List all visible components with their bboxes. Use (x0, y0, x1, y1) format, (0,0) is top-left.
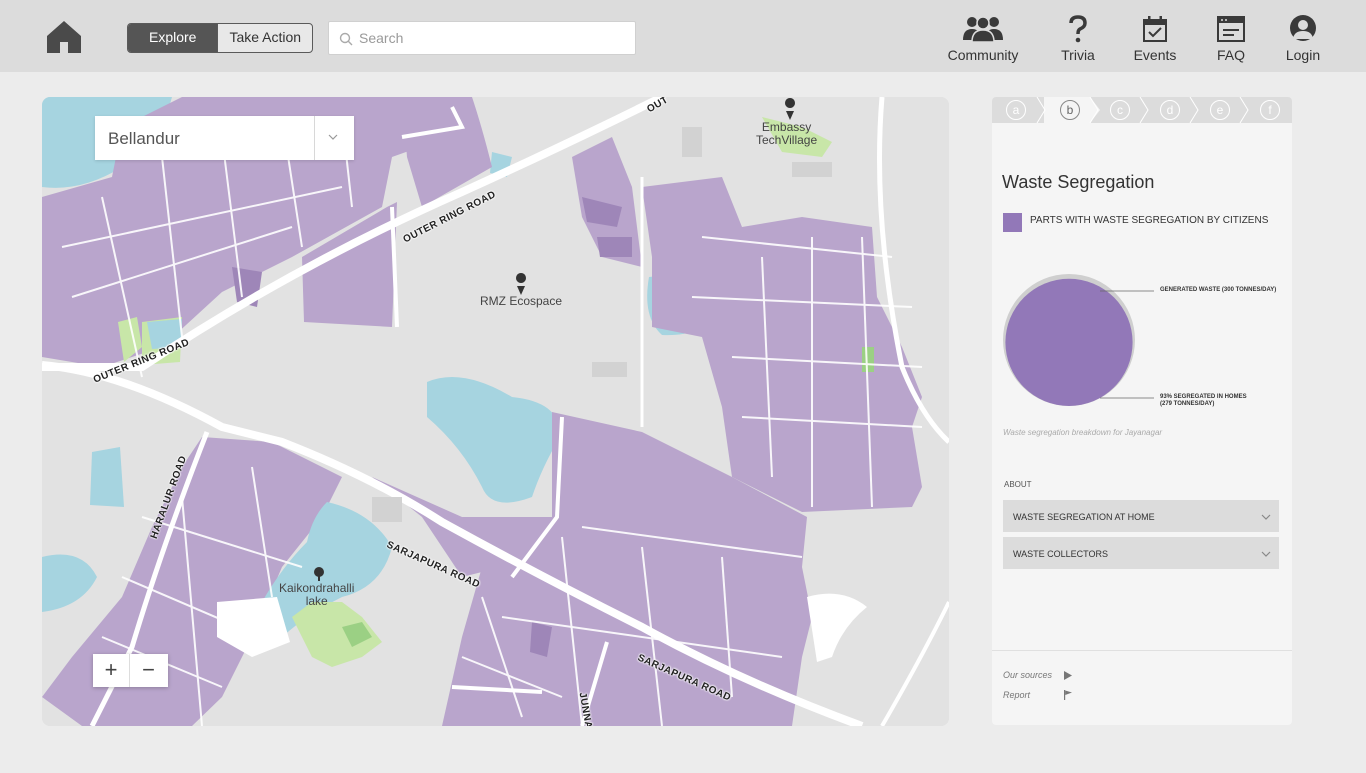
faq-window-icon (1212, 14, 1250, 44)
user-icon (1282, 14, 1324, 44)
nav-community-label: Community (947, 47, 1019, 63)
segregated-waste-label: 93% SEGREGATED IN HOMES (279 TONNES/DAY) (1160, 394, 1247, 408)
explore-tab[interactable]: Explore (128, 24, 218, 52)
our-sources-label: Our sources (1003, 670, 1053, 680)
chevron-down-icon (328, 134, 338, 140)
search-icon (339, 32, 353, 46)
flag-icon (1064, 690, 1072, 700)
zoom-control: + − (93, 654, 168, 687)
top-bar: Explore Take Action Community Trivia (0, 0, 1366, 72)
nav-trivia[interactable]: Trivia (1058, 14, 1098, 66)
mode-toggle: Explore Take Action (127, 23, 314, 53)
panel-title: Waste Segregation (1002, 172, 1155, 192)
our-sources-link[interactable]: Our sources (1003, 670, 1072, 680)
location-select[interactable]: Bellandur (95, 116, 354, 160)
nav-events[interactable]: Events (1131, 14, 1179, 66)
chart-caption: Waste segregation breakdown for Jayanaga… (1003, 428, 1163, 437)
segregated-label-line2: (279 TONNES/DAY) (1160, 401, 1215, 407)
nav-faq-label: FAQ (1216, 47, 1245, 63)
community-icon (945, 14, 1021, 44)
map-view[interactable]: RMZ Ecospace Embassy TechVillage Kaikond… (42, 97, 949, 726)
report-label: Report (1003, 690, 1031, 700)
nav-trivia-label: Trivia (1061, 47, 1095, 63)
nav-faq[interactable]: FAQ (1212, 14, 1250, 66)
search-input[interactable] (359, 22, 629, 54)
step-tabs: a b c d e f (992, 97, 1292, 123)
chevron-down-icon (1261, 514, 1271, 520)
info-panel: a b c d e f Waste Segregation PARTS WITH WAST… (992, 97, 1292, 725)
zoom-out-button[interactable]: − (130, 654, 167, 687)
tab-f[interactable]: f (1260, 100, 1280, 120)
nav-login-label: Login (1285, 47, 1321, 63)
label-embassy-techvillage: Embassy TechVillage (756, 121, 817, 147)
calendar-icon (1131, 14, 1179, 44)
legend-swatch (1003, 213, 1022, 232)
select-divider (314, 116, 315, 160)
search-box (328, 21, 636, 55)
label-lake-line2: lake (305, 594, 328, 608)
nav-events-label: Events (1133, 47, 1177, 63)
about-heading: ABOUT (1004, 480, 1032, 489)
accordion-label: WASTE SEGREGATION AT HOME (1013, 512, 1155, 522)
zoom-in-button[interactable]: + (93, 654, 130, 687)
home-icon[interactable] (46, 19, 82, 55)
footer-divider (992, 650, 1292, 651)
play-icon (1064, 671, 1072, 680)
segregated-label-line1: 93% SEGREGATED IN HOMES (1160, 394, 1247, 400)
segregated-waste-circle (1005, 278, 1133, 406)
generated-waste-label: GENERATED WASTE (300 TONNES/DAY) (1160, 287, 1277, 293)
accordion-waste-collectors[interactable]: WASTE COLLECTORS (1003, 537, 1279, 569)
tab-strip (1036, 97, 1249, 123)
label-rmz-ecospace: RMZ Ecospace (480, 294, 563, 308)
accordion-waste-segregation-at-home[interactable]: WASTE SEGREGATION AT HOME (1003, 500, 1279, 532)
tab-d[interactable]: d (1160, 100, 1180, 120)
tab-b[interactable]: b (1060, 100, 1080, 120)
accordion-label: WASTE COLLECTORS (1013, 549, 1109, 559)
report-link[interactable]: Report (1003, 690, 1072, 700)
chevron-down-icon (1261, 551, 1271, 557)
nav-login[interactable]: Login (1282, 14, 1324, 66)
take-action-tab[interactable]: Take Action (217, 24, 312, 52)
legend-label: PARTS WITH WASTE SEGREGATION BY CITIZENS (1030, 215, 1269, 226)
tab-a[interactable]: a (1006, 100, 1026, 120)
question-mark-icon (1058, 14, 1098, 44)
map-canvas[interactable] (42, 97, 949, 726)
tab-e[interactable]: e (1210, 100, 1230, 120)
label-kaikondrahalli-lake: Kaikondrahalli lake (279, 582, 354, 608)
tab-c[interactable]: c (1110, 100, 1130, 120)
location-select-value: Bellandur (108, 129, 180, 148)
nav-community[interactable]: Community (945, 14, 1021, 66)
label-embassy-line2: TechVillage (756, 133, 818, 147)
